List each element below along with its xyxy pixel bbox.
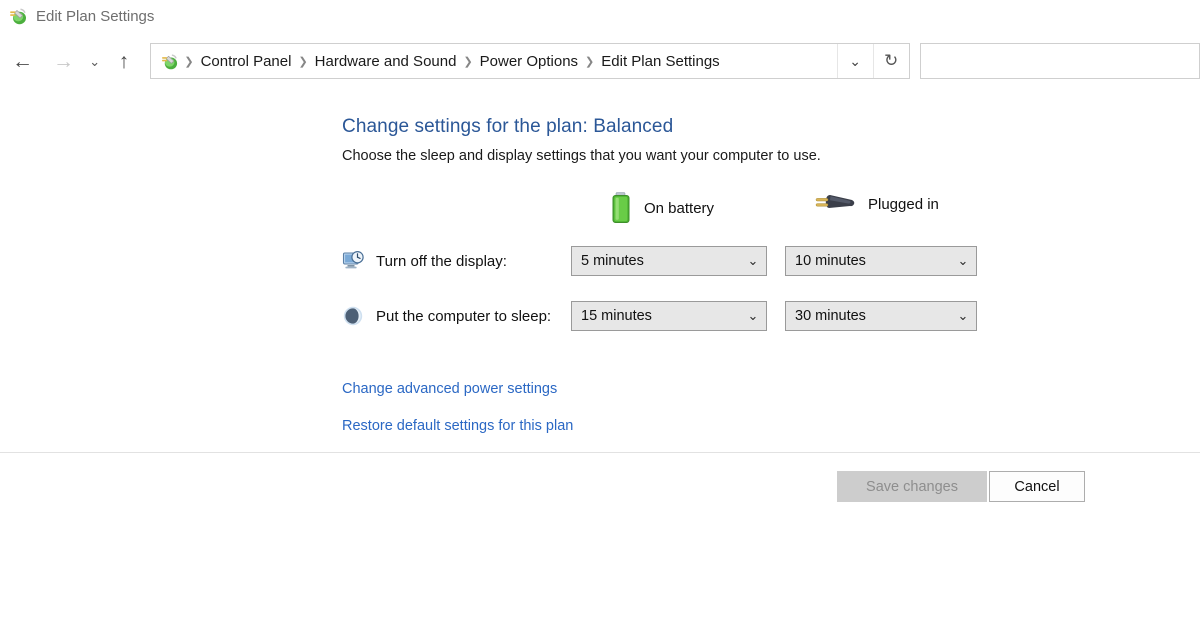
address-toolbar: ← → ⌄ ↑ ❯ Control Panel ❯ Hardware and S… [0, 38, 1200, 84]
breadcrumb-item-hardware-and-sound[interactable]: Hardware and Sound [309, 53, 463, 70]
page-title: Change settings for the plan: Balanced [342, 116, 674, 137]
forward-icon[interactable]: → [49, 46, 78, 76]
chevron-down-icon: ⌄ [747, 308, 759, 323]
cancel-button[interactable]: Cancel [989, 471, 1085, 502]
link-change-advanced-power-settings[interactable]: Change advanced power settings [342, 381, 557, 397]
breadcrumb-item-edit-plan-settings[interactable]: Edit Plan Settings [595, 53, 725, 70]
save-changes-button[interactable]: Save changes [837, 471, 987, 502]
breadcrumb-separator: ❯ [463, 55, 473, 68]
column-header-label: Plugged in [868, 195, 939, 213]
breadcrumb: ❯ Control Panel ❯ Hardware and Sound ❯ P… [151, 44, 836, 78]
setting-row-label: Turn off the display: [376, 252, 507, 270]
chevron-down-icon: ⌄ [747, 253, 759, 268]
column-header-label: On battery [644, 199, 715, 217]
dropdown-value: 5 minutes [581, 253, 644, 269]
breadcrumb-separator: ❯ [298, 55, 308, 68]
title-bar: Edit Plan Settings [0, 0, 1200, 32]
address-dropdown-icon[interactable]: ⌄ [836, 44, 873, 78]
address-bar[interactable]: ❯ Control Panel ❯ Hardware and Sound ❯ P… [150, 43, 910, 79]
dropdown-display-on-battery[interactable]: 5 minutes ⌄ [571, 246, 767, 276]
setting-row-label: Put the computer to sleep: [376, 307, 552, 325]
dropdown-sleep-on-battery[interactable]: 15 minutes ⌄ [571, 301, 767, 331]
back-icon[interactable]: ← [8, 46, 37, 76]
chevron-down-icon[interactable]: ⌄ [86, 46, 103, 76]
refresh-icon[interactable]: ↻ [872, 44, 909, 78]
search-input[interactable] [919, 43, 1200, 79]
dropdown-value: 30 minutes [795, 308, 866, 324]
dropdown-value: 10 minutes [795, 253, 866, 269]
dropdown-value: 15 minutes [581, 308, 652, 324]
dropdown-sleep-plugged-in[interactable]: 30 minutes ⌄ [785, 301, 977, 331]
window-title: Edit Plan Settings [36, 7, 155, 25]
power-plug-icon [8, 6, 28, 26]
address-power-plug-icon [160, 52, 179, 71]
footer-bar: Save changes Cancel [0, 453, 1200, 513]
display-clock-icon [342, 250, 364, 272]
setting-row-put-computer-to-sleep: Put the computer to sleep: [342, 301, 551, 331]
chevron-down-icon: ⌄ [957, 308, 969, 323]
sleep-moon-icon [342, 305, 364, 327]
chevron-down-icon: ⌄ [957, 253, 969, 268]
battery-icon [610, 191, 632, 225]
column-header-plugged-in: Plugged in [812, 191, 939, 217]
breadcrumb-item-control-panel[interactable]: Control Panel [195, 53, 298, 70]
link-restore-default-settings[interactable]: Restore default settings for this plan [342, 418, 573, 434]
content-area: Change settings for the plan: Balanced C… [0, 84, 1200, 452]
breadcrumb-separator: ❯ [184, 55, 194, 68]
power-plug-in-icon [812, 191, 856, 217]
page-subtitle: Choose the sleep and display settings th… [342, 148, 821, 164]
dropdown-display-plugged-in[interactable]: 10 minutes ⌄ [785, 246, 977, 276]
column-header-on-battery: On battery [610, 191, 714, 225]
up-icon[interactable]: ↑ [109, 46, 138, 76]
breadcrumb-separator: ❯ [585, 55, 595, 68]
breadcrumb-item-power-options[interactable]: Power Options [474, 53, 584, 70]
setting-row-turn-off-display: Turn off the display: [342, 246, 507, 276]
